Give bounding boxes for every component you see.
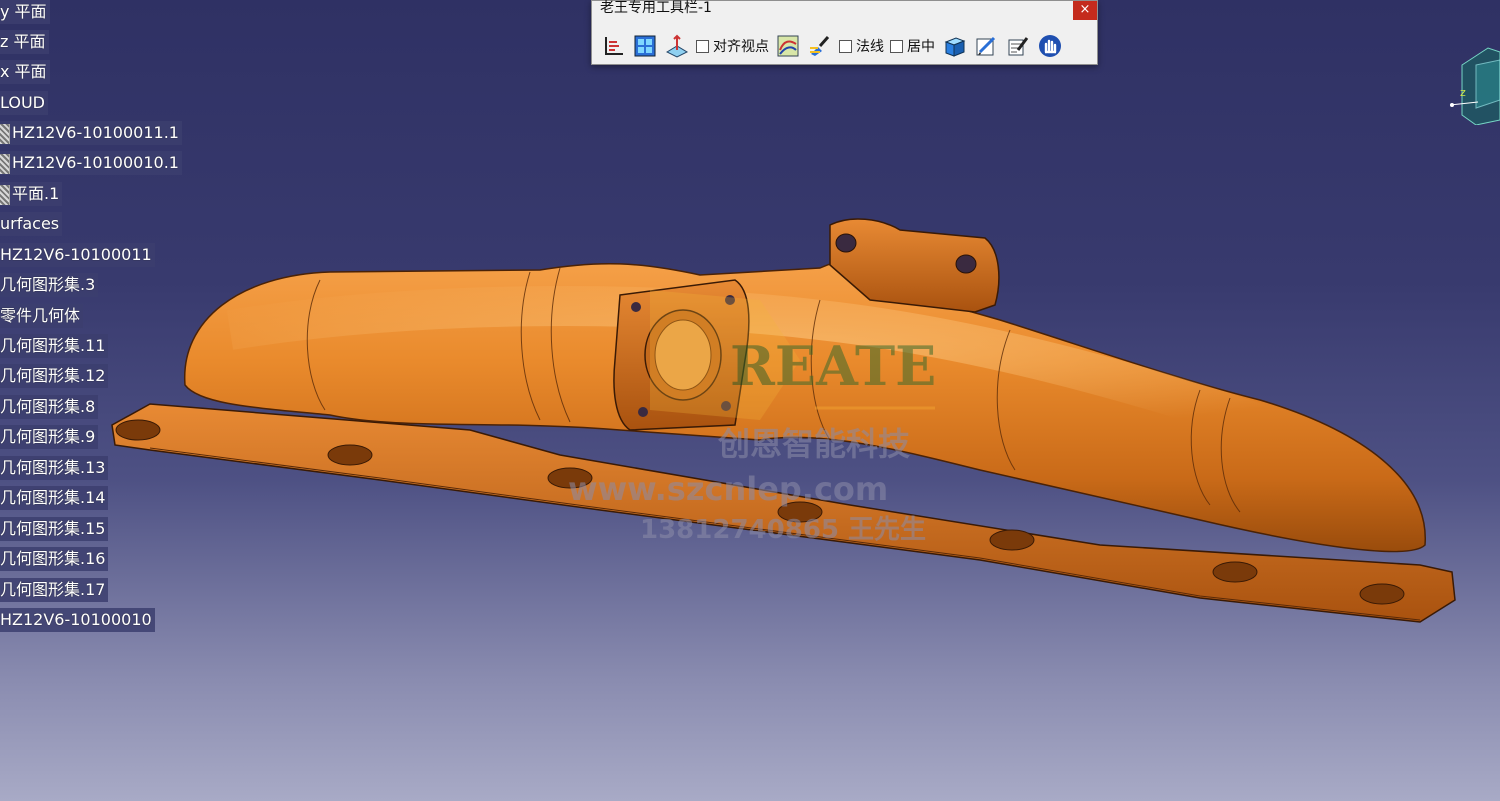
tree-item-label: 零件几何体 [0,306,81,325]
sketch-edit-icon[interactable] [973,33,999,59]
tree-item[interactable]: 几何图形集.12 [0,364,109,388]
tree-item-label: HZ12V6-10100010 [0,610,152,629]
tree-item-label: urfaces [0,214,60,233]
normal-checkbox[interactable]: 法线 [839,36,884,56]
tree-item[interactable]: 几何图形集.14 [0,486,109,510]
tree-item[interactable]: 几何图形集.15 [0,517,109,541]
tree-item[interactable]: HZ12V6-10100010 [0,608,155,632]
hand-pan-icon[interactable] [1037,33,1063,59]
tree-item[interactable]: 平面.1 [0,182,63,206]
tree-item-label: 几何图形集.9 [0,427,96,446]
tree-item[interactable]: 几何图形集.3 [0,273,99,297]
tree-item-label: z 平面 [0,32,46,51]
plane-axis-icon[interactable] [664,33,690,59]
tree-item-label: 几何图形集.15 [0,519,106,538]
watermark-company: 创恩智能科技 [717,425,910,463]
tree-item[interactable]: 几何图形集.17 [0,578,109,602]
tree-item[interactable]: HZ12V6-10100010.1 [0,151,182,175]
measure-edit-icon[interactable] [1005,33,1031,59]
geometry-icon [0,184,10,205]
tree-item-label: 几何图形集.8 [0,397,96,416]
cube-view-icon[interactable] [941,33,967,59]
center-checkbox[interactable]: 居中 [890,36,935,56]
tree-item[interactable]: 几何图形集.9 [0,425,99,449]
tree-item[interactable]: urfaces [0,212,63,236]
axis-system-icon[interactable] [600,33,626,59]
tree-item-label: 几何图形集.13 [0,458,106,477]
tree-item-label: 几何图形集.11 [0,336,106,355]
tree-item-label: x 平面 [0,62,47,81]
close-button[interactable]: × [1073,1,1097,20]
center-label: 居中 [907,39,935,55]
tree-item-label: y 平面 [0,2,47,21]
checkbox-box[interactable] [839,39,852,53]
tree-item[interactable]: LOUD [0,91,48,115]
tree-item[interactable]: 几何图形集.11 [0,334,109,358]
watermark-brand: REATE [730,334,936,398]
toolbar-row: 对齐视点 法线 居中 [600,32,1069,60]
tree-item[interactable]: 零件几何体 [0,304,84,328]
3d-viewport[interactable]: REATE 创恩智能科技 www.szcnlep.com 13812740865… [0,0,1500,801]
toolbar-title: 老王专用工具栏-1 [600,0,712,16]
normal-label: 法线 [856,39,884,55]
tree-item-label: 几何图形集.16 [0,549,106,568]
tree-item-label: 几何图形集.12 [0,366,106,385]
tree-item-label: 几何图形集.14 [0,488,106,507]
grid-view-icon[interactable] [632,33,658,59]
tree-item[interactable]: y 平面 [0,0,50,24]
compass-icon[interactable]: z [1448,40,1500,126]
watermark-url: www.szcnlep.com [568,470,888,508]
tree-item-label: LOUD [0,93,45,112]
geometry-icon [0,153,10,174]
geometry-icon [0,123,10,144]
tree-item[interactable]: 几何图形集.8 [0,395,99,419]
align-viewpoint-checkbox[interactable]: 对齐视点 [696,36,769,56]
tree-item[interactable]: 几何图形集.13 [0,456,109,480]
tree-item[interactable]: 几何图形集.16 [0,547,109,571]
custom-toolbar[interactable]: 老王专用工具栏-1 × 对齐视点 法线 居中 [591,0,1098,65]
compass-z-label: z [1460,86,1466,99]
checkbox-box[interactable] [696,39,709,53]
tree-item-label: 几何图形集.3 [0,275,96,294]
surface-analysis-icon[interactable] [775,33,801,59]
tree-item[interactable]: x 平面 [0,60,50,84]
tree-item[interactable]: HZ12V6-10100011.1 [0,121,182,145]
tree-item-label: HZ12V6-10100011.1 [12,123,179,142]
tree-item-label: HZ12V6-10100010.1 [12,153,179,172]
align-viewpoint-label: 对齐视点 [713,39,769,55]
tree-item-label: HZ12V6-10100011 [0,245,152,264]
tree-item-label: 平面.1 [12,184,60,203]
checkbox-box[interactable] [890,39,903,53]
brush-apply-icon[interactable] [807,33,833,59]
tree-item[interactable]: z 平面 [0,30,49,54]
exhaust-manifold-model[interactable]: REATE 创恩智能科技 www.szcnlep.com 13812740865… [0,0,1500,801]
watermark-phone: 13812740865 王先生 [640,515,926,545]
tree-item[interactable]: HZ12V6-10100011 [0,243,155,267]
tree-item-label: 几何图形集.17 [0,580,106,599]
